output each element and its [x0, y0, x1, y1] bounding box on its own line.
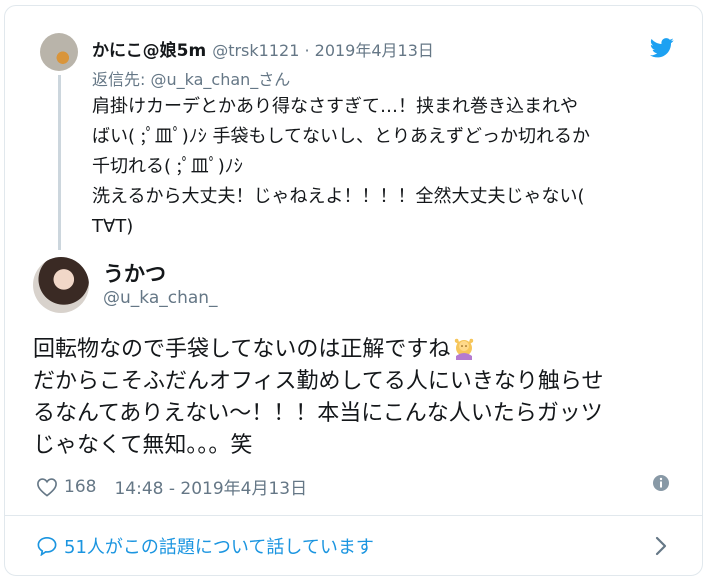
author-avatar[interactable] [33, 257, 89, 313]
reply-to[interactable]: 返信先: @u_ka_chan_さん [92, 66, 290, 90]
parent-text-line: 肩掛けカーデとかあり得なさすぎて…！挟まれ巻き込まれや [92, 96, 578, 117]
tweet-timestamp[interactable]: 14:48 - 2019年4月13日 [114, 474, 307, 499]
author-handle[interactable]: @u_ka_chan_ [103, 288, 218, 308]
parent-text-line: T∀T) [92, 216, 134, 237]
divider [4, 515, 703, 516]
tweet-text-line: じゃなくて無知。。。笑 [33, 433, 253, 458]
like-count[interactable]: 168 [64, 477, 96, 497]
chevron-right-icon[interactable] [654, 535, 668, 557]
parent-handle[interactable]: @trsk1121 [212, 41, 299, 60]
parent-tweet-text: 肩掛けカーデとかあり得なさすぎて…！挟まれ巻き込まれや ばい( ;ﾟ皿ﾟ)ﾉｼ … [92, 92, 682, 242]
tweet-text: 回転物なので手袋してないのは正解ですね だからこそふだんオフィス勤めしてる人にい… [33, 334, 683, 462]
parent-text-line: ばい( ;ﾟ皿ﾟ)ﾉｼ 手袋もしてないし、とりあえずどっか切れるか [92, 126, 590, 147]
info-icon[interactable] [652, 474, 670, 492]
tweet-text-line: るなんてありえない〜！！！本当にこんな人いたらガッツ [33, 401, 603, 426]
person-gesturing-ok-emoji [455, 338, 474, 360]
tweet-text-line: だからこそふだんオフィス勤めしてる人にいきなり触らせ [33, 369, 604, 394]
thread-line [58, 75, 61, 250]
conversation-text[interactable]: 51人がこの話題について話しています [64, 533, 374, 559]
parent-name[interactable]: かにこ@娘5m [92, 41, 206, 61]
conversation-link[interactable]: 51人がこの話題について話しています [36, 533, 374, 559]
tweet-stats: 168 14:48 - 2019年4月13日 [36, 474, 307, 499]
parent-meta: @trsk1121 · 2019年4月13日 [212, 41, 434, 60]
parent-text-line: 洗えるから大丈夫！じゃねえよ！！！！全然大丈夫じゃない( [92, 186, 585, 207]
parent-header: かにこ@娘5m @trsk1121 · 2019年4月13日 [92, 36, 434, 61]
speech-bubble-icon [37, 536, 57, 556]
heart-icon[interactable] [36, 477, 58, 497]
author-name[interactable]: うかつ [103, 258, 166, 288]
parent-date[interactable]: 2019年4月13日 [315, 41, 434, 60]
parent-text-line: 千切れる( ;ﾟ皿ﾟ)ﾉｼ [92, 156, 243, 177]
parent-avatar[interactable] [40, 33, 78, 71]
meta-separator: · [299, 41, 315, 60]
tweet-text-line: 回転物なので手袋してないのは正解ですね [33, 334, 683, 366]
twitter-bird-icon[interactable] [650, 38, 674, 58]
tweet-text-line-content: 回転物なので手袋してないのは正解ですね [33, 337, 451, 362]
